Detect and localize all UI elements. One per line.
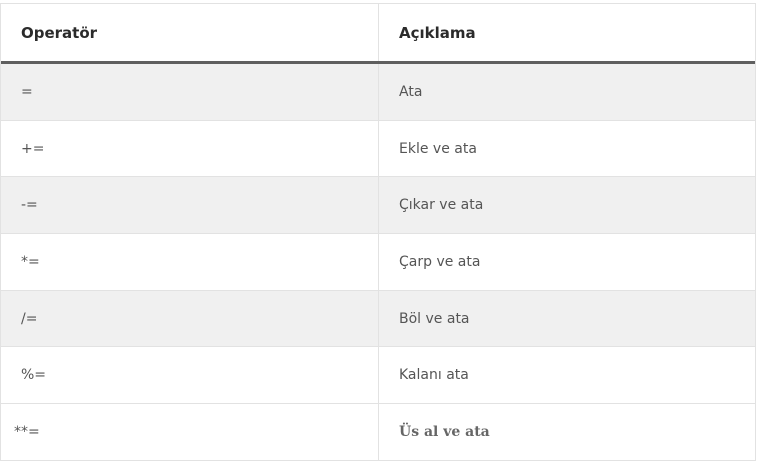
operator-cell: =: [1, 64, 379, 120]
table-row: %= Kalanı ata: [1, 347, 755, 405]
table-row: -= Çıkar ve ata: [1, 177, 755, 235]
table-row: *= Çarp ve ata: [1, 234, 755, 291]
header-operator: Operatör: [1, 4, 379, 61]
operator-cell: +=: [1, 120, 379, 177]
table-row: = Ata: [1, 64, 755, 121]
operator-cell: %=: [1, 347, 379, 404]
table-row: **= Üs al ve ata: [1, 404, 755, 461]
table-row: += Ekle ve ata: [1, 120, 755, 178]
description-cell: Böl ve ata: [399, 310, 470, 327]
table-row: /= Böl ve ata: [1, 290, 755, 348]
description-cell: Ekle ve ata: [399, 140, 477, 157]
header-description: Açıklama: [399, 23, 476, 42]
operator-cell: **=: [1, 404, 379, 461]
description-cell: Kalanı ata: [399, 367, 469, 384]
description-cell: Çarp ve ata: [399, 253, 481, 270]
operator-cell: -=: [1, 177, 379, 234]
table-header-row: Operatör Açıklama: [1, 4, 755, 64]
operator-cell: *=: [1, 234, 379, 290]
description-cell: Ata: [399, 83, 423, 100]
operators-table: Operatör Açıklama = Ata += Ekle ve ata -…: [0, 3, 756, 461]
operator-cell: /=: [1, 290, 379, 347]
description-cell: Çıkar ve ata: [399, 197, 484, 214]
description-cell: Üs al ve ata: [399, 424, 490, 441]
